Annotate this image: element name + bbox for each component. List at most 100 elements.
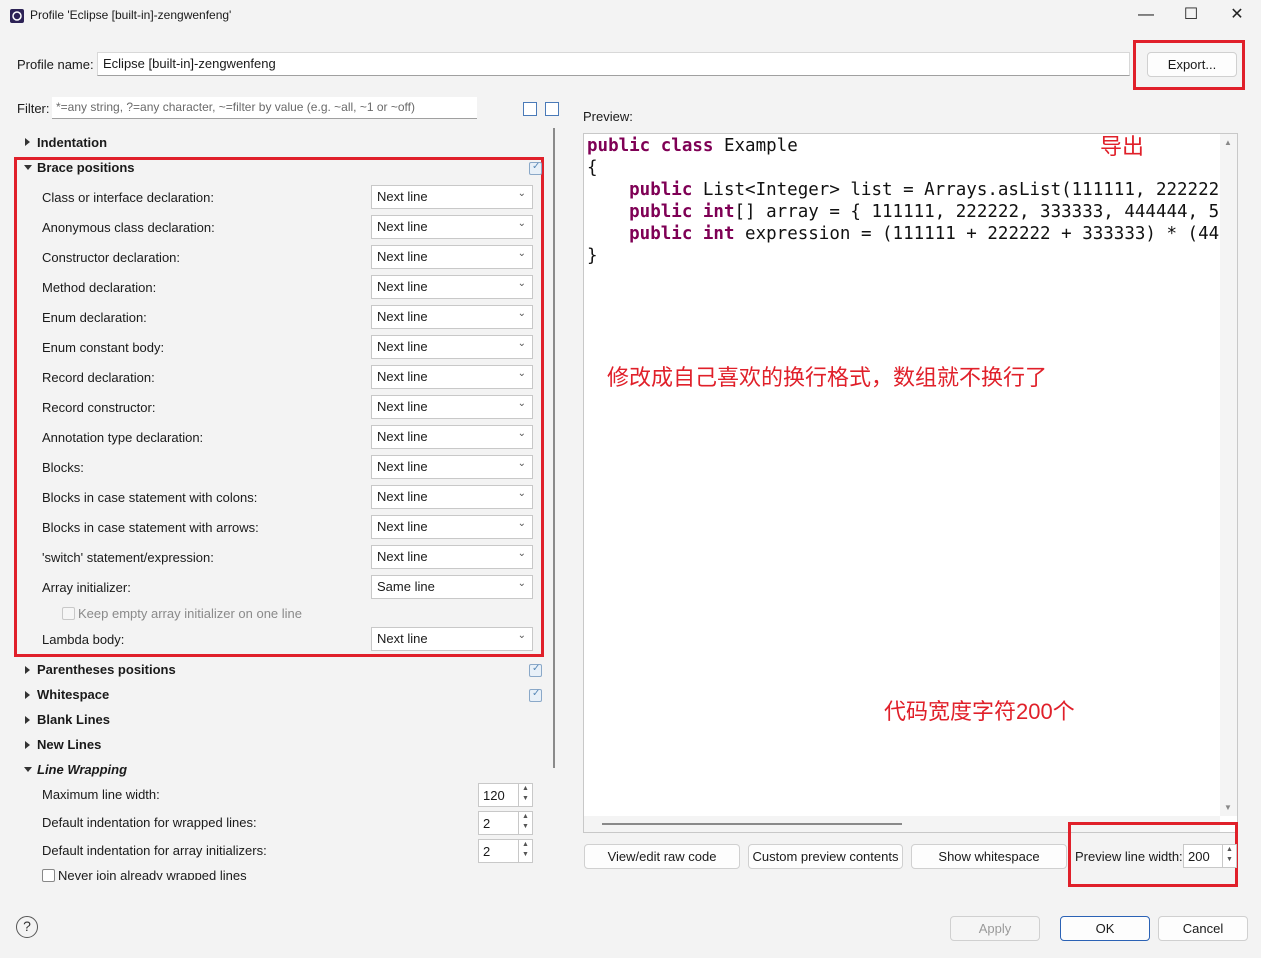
brace-row-value: Next line: [377, 339, 428, 354]
brace-positions-checkbox[interactable]: ✓: [529, 161, 542, 175]
code-line: public int[] array = { 111111, 222222, 3…: [587, 201, 1220, 223]
preview-line-width-label: Preview line width:: [1075, 849, 1183, 864]
expand-arrow-icon[interactable]: [25, 716, 30, 724]
code-keyword: public int: [587, 224, 735, 244]
brace-row-combo[interactable]: Next line ⌄: [371, 455, 533, 479]
brace-row-label: Record constructor:: [42, 400, 156, 415]
annotation-width: 代码宽度字符200个: [884, 699, 1075, 724]
cancel-button[interactable]: Cancel: [1158, 916, 1248, 941]
left-scrollbar[interactable]: [551, 128, 557, 768]
spinner-arrows-icon[interactable]: ▲ ▼: [518, 812, 532, 834]
brace-row-combo[interactable]: Next line ⌄: [371, 275, 533, 299]
code-keyword: public int: [587, 202, 735, 222]
show-whitespace-button[interactable]: Show whitespace: [911, 844, 1067, 869]
export-button[interactable]: Export...: [1147, 52, 1237, 77]
annotation-export: 导出: [1100, 134, 1145, 159]
brace-row-combo[interactable]: Next line ⌄: [371, 335, 533, 359]
spinner-arrows-icon[interactable]: ▲ ▼: [518, 784, 532, 806]
apply-button[interactable]: Apply: [950, 916, 1040, 941]
wrap-row-label: Default indentation for array initialize…: [42, 843, 267, 858]
maximize-button[interactable]: ☐: [1168, 0, 1214, 32]
preview-vertical-scrollbar[interactable]: ▲ ▼: [1220, 134, 1237, 816]
scroll-down-icon[interactable]: ▼: [1224, 803, 1232, 812]
collapse-arrow-icon[interactable]: [24, 767, 32, 772]
section-blank-lines[interactable]: Blank Lines: [37, 712, 110, 727]
whitespace-checkbox[interactable]: ✓: [529, 688, 542, 702]
brace-row-combo[interactable]: Next line ⌄: [371, 515, 533, 539]
brace-row-label: Enum declaration:: [42, 310, 147, 325]
collapse-all-icon[interactable]: [545, 102, 559, 116]
brace-row-combo[interactable]: Next line ⌄: [371, 395, 533, 419]
chevron-down-icon: ⌄: [517, 578, 526, 589]
expand-arrow-icon[interactable]: [25, 666, 30, 674]
brace-row-combo[interactable]: Next line ⌄: [371, 305, 533, 329]
brace-row-combo[interactable]: Next line ⌄: [371, 245, 533, 269]
ok-button[interactable]: OK: [1060, 916, 1150, 941]
spinner-arrows-icon[interactable]: ▲ ▼: [1222, 845, 1236, 867]
help-icon[interactable]: ?: [16, 916, 38, 938]
expand-arrow-icon[interactable]: [25, 741, 30, 749]
brace-row-label: 'switch' statement/expression:: [42, 550, 214, 565]
section-indentation[interactable]: Indentation: [37, 135, 107, 150]
brace-row-combo[interactable]: Same line ⌄: [371, 575, 533, 599]
eclipse-app-icon: [10, 9, 24, 23]
chevron-down-icon: ⌄: [517, 488, 526, 499]
minimize-button[interactable]: —: [1123, 0, 1169, 32]
brace-row-value: Next line: [377, 399, 428, 414]
close-button[interactable]: ✕: [1214, 0, 1260, 32]
code-keyword: public: [587, 180, 693, 200]
brace-row-combo[interactable]: Next line ⌄: [371, 545, 533, 569]
code-text: [] array = { 111111, 222222, 333333, 444…: [734, 202, 1220, 222]
brace-row-combo[interactable]: Next line ⌄: [371, 485, 533, 509]
section-new-lines[interactable]: New Lines: [37, 737, 101, 752]
wrap-row-spinner[interactable]: 120 ▲ ▼: [478, 783, 533, 807]
chevron-down-icon: ⌄: [517, 398, 526, 409]
custom-preview-contents-button[interactable]: Custom preview contents: [748, 844, 903, 869]
section-brace-positions[interactable]: Brace positions: [37, 160, 135, 175]
section-whitespace[interactable]: Whitespace: [37, 687, 109, 702]
code-text: }: [587, 246, 598, 266]
brace-row-combo[interactable]: Next line ⌄: [371, 185, 533, 209]
section-line-wrapping[interactable]: Line Wrapping: [37, 762, 127, 777]
profile-name-input[interactable]: Eclipse [built-in]-zengwenfeng: [97, 52, 1130, 76]
spinner-arrows-icon[interactable]: ▲ ▼: [518, 840, 532, 862]
never-join-checkbox[interactable]: [42, 869, 55, 882]
title-bar: Profile 'Eclipse [built-in]-zengwenfeng'…: [0, 0, 1261, 32]
scroll-up-icon[interactable]: ▲: [1224, 138, 1232, 147]
expand-all-icon[interactable]: [523, 102, 537, 116]
code-line: }: [587, 245, 1220, 267]
chevron-down-icon: ⌄: [517, 630, 526, 641]
chevron-down-icon: ⌄: [517, 188, 526, 199]
wrap-row-spinner[interactable]: 2 ▲ ▼: [478, 839, 533, 863]
chevron-down-icon: ⌄: [517, 548, 526, 559]
collapse-arrow-icon[interactable]: [24, 165, 32, 170]
chevron-down-icon: ⌄: [517, 308, 526, 319]
keep-empty-array-checkbox[interactable]: [62, 607, 75, 620]
filter-input[interactable]: *=any string, ?=any character, ~=filter …: [52, 97, 477, 119]
brace-row-value: Next line: [377, 309, 428, 324]
brace-row-value: Next line: [377, 249, 428, 264]
wrap-row-spinner[interactable]: 2 ▲ ▼: [478, 811, 533, 835]
brace-row-value: Next line: [377, 189, 428, 204]
wrap-row-label: Default indentation for wrapped lines:: [42, 815, 257, 830]
preview-line-width-spinner[interactable]: 200 ▲ ▼: [1183, 844, 1237, 868]
brace-row-value: Next line: [377, 459, 428, 474]
brace-row-value: Next line: [377, 219, 428, 234]
brace-row-label: Array initializer:: [42, 580, 131, 595]
section-parentheses-positions[interactable]: Parentheses positions: [37, 662, 176, 677]
expand-arrow-icon[interactable]: [25, 138, 30, 146]
brace-row-label: Constructor declaration:: [42, 250, 181, 265]
parentheses-checkbox[interactable]: ✓: [529, 663, 542, 677]
brace-row-label: Class or interface declaration:: [42, 190, 214, 205]
wrap-row-value: 120: [483, 788, 505, 803]
chevron-down-icon: ⌄: [517, 428, 526, 439]
brace-row-label: Record declaration:: [42, 370, 155, 385]
expand-arrow-icon[interactable]: [25, 691, 30, 699]
chevron-down-icon: ⌄: [517, 218, 526, 229]
brace-row-label: Annotation type declaration:: [42, 430, 204, 445]
brace-row-combo[interactable]: Next line ⌄: [371, 365, 533, 389]
brace-row-combo[interactable]: Next line ⌄: [371, 215, 533, 239]
brace-row-combo[interactable]: Next line ⌄: [371, 425, 533, 449]
lambda-body-combo[interactable]: Next line ⌄: [371, 627, 533, 651]
view-edit-raw-code-button[interactable]: View/edit raw code: [584, 844, 740, 869]
